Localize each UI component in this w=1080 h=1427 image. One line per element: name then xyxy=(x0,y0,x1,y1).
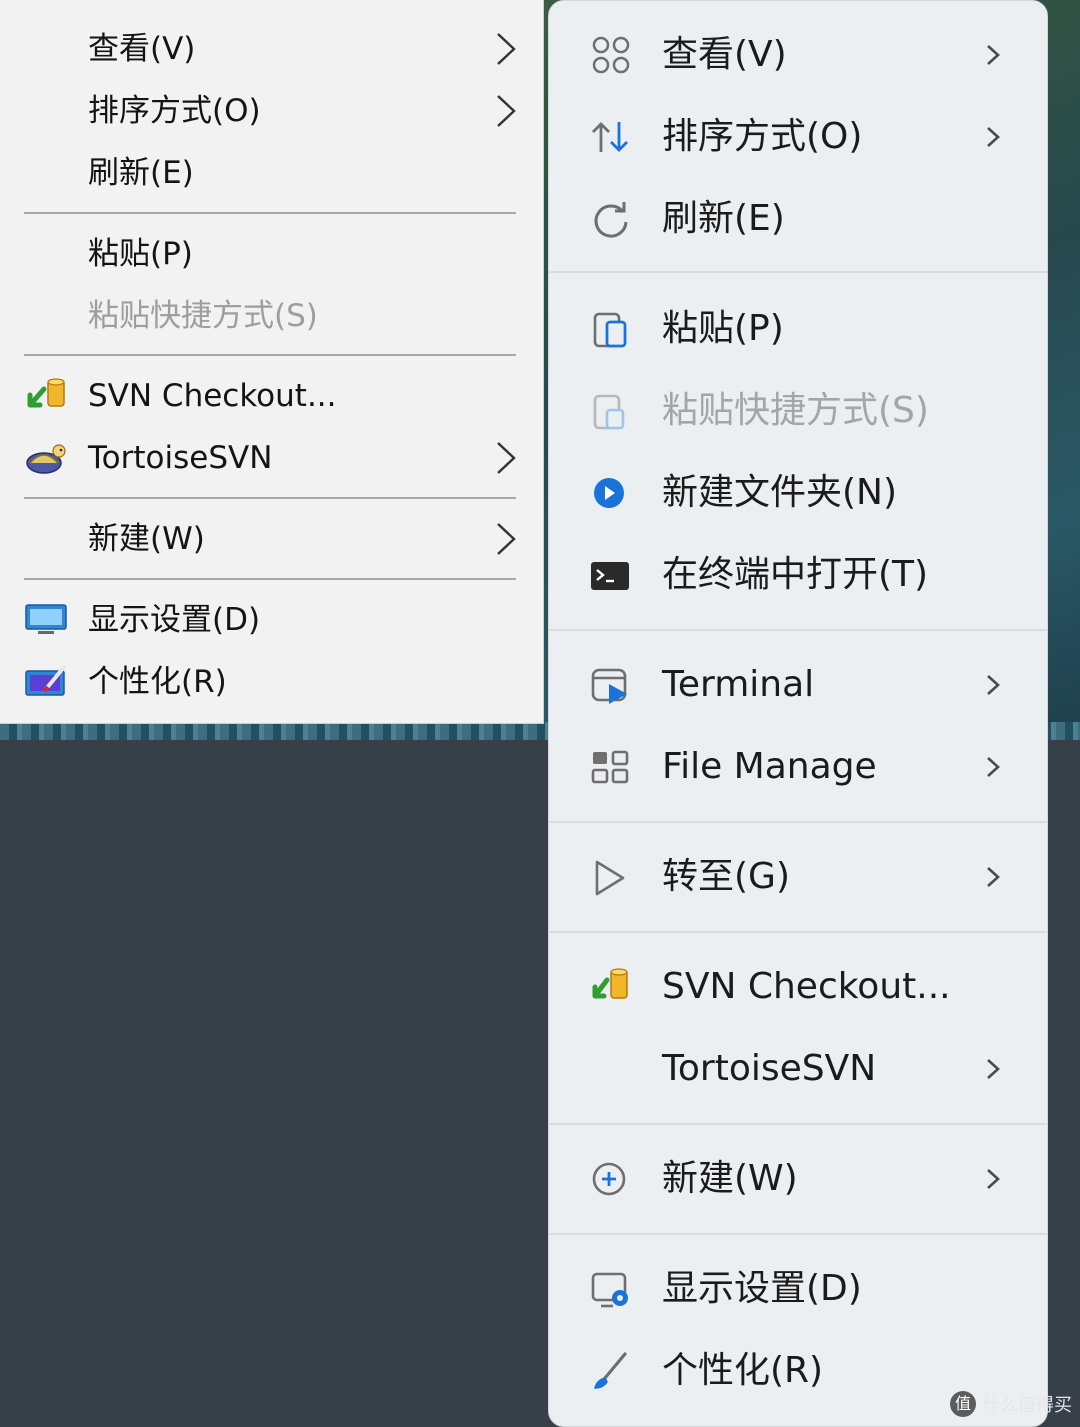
menu-item-label: 转至(G) xyxy=(662,856,790,897)
menu-separator xyxy=(549,1233,1047,1235)
menu-item-paste-shortcut: 粘贴快捷方式(S) xyxy=(549,373,1047,449)
menu-separator xyxy=(24,578,516,580)
svn-checkout-icon xyxy=(27,378,65,408)
menu-separator xyxy=(24,497,516,499)
chevron-right-icon xyxy=(497,95,516,127)
menu-item-label: 显示设置(D) xyxy=(662,1268,862,1309)
view-grid-icon xyxy=(592,36,630,74)
menu-item-goto[interactable]: 转至(G) xyxy=(549,839,1047,915)
terminal-app-icon xyxy=(591,668,627,704)
menu-item-tortoisesvn[interactable]: TortoiseSVN xyxy=(0,429,544,487)
watermark-logo: 值 xyxy=(950,1391,976,1417)
chevron-right-icon xyxy=(987,1059,1000,1079)
tortoisesvn-icon xyxy=(26,444,66,474)
chevron-right-icon xyxy=(987,45,1000,65)
menu-item-view[interactable]: 查看(V) xyxy=(549,17,1047,93)
menu-separator xyxy=(549,931,1047,933)
menu-item-label: 新建(W) xyxy=(662,1158,798,1199)
menu-item-svn-checkout[interactable]: SVN Checkout... xyxy=(0,367,544,425)
menu-item-label: 新建(W) xyxy=(88,521,205,557)
menu-item-new-folder[interactable]: 新建文件夹(N) xyxy=(549,455,1047,531)
menu-item-label: 显示设置(D) xyxy=(88,602,261,638)
file-manage-icon xyxy=(591,750,629,784)
chevron-right-icon xyxy=(497,523,516,555)
menu-item-new[interactable]: 新建(W) xyxy=(549,1141,1047,1217)
menu-item-paste[interactable]: 粘贴(P) xyxy=(0,225,544,283)
classic-context-menu: 查看(V) 排序方式(O) 刷新(E) 粘贴(P) 粘贴快捷方式(S) SVN … xyxy=(0,0,544,724)
menu-item-sort[interactable]: 排序方式(O) xyxy=(0,82,544,140)
menu-separator xyxy=(549,821,1047,823)
chevron-right-icon xyxy=(987,757,1000,777)
paste-icon xyxy=(593,312,627,348)
menu-item-refresh[interactable]: 刷新(E) xyxy=(549,181,1047,257)
menu-item-label: 在终端中打开(T) xyxy=(662,554,929,595)
menu-item-label: 查看(V) xyxy=(88,31,196,67)
menu-item-label: 粘贴快捷方式(S) xyxy=(88,298,318,334)
monitor-icon xyxy=(25,604,67,634)
menu-item-label: 粘贴(P) xyxy=(88,236,193,272)
menu-item-label: 查看(V) xyxy=(662,34,787,75)
menu-separator xyxy=(24,212,516,214)
menu-item-label: SVN Checkout... xyxy=(662,966,951,1007)
menu-item-label: 个性化(R) xyxy=(88,664,227,700)
menu-item-label: 个性化(R) xyxy=(662,1350,824,1391)
new-plus-icon xyxy=(592,1162,626,1196)
svn-checkout-icon xyxy=(592,968,628,999)
menu-item-label: 刷新(E) xyxy=(662,198,785,239)
menu-item-label: 新建文件夹(N) xyxy=(662,472,898,513)
chevron-right-icon xyxy=(497,33,516,65)
menu-item-personalize[interactable]: 个性化(R) xyxy=(0,653,544,711)
menu-item-open-in-terminal[interactable]: 在终端中打开(T) xyxy=(549,537,1047,613)
menu-item-label: TortoiseSVN xyxy=(662,1048,877,1089)
new-folder-icon xyxy=(594,478,624,508)
menu-item-terminal[interactable]: Terminal xyxy=(549,647,1047,723)
paste-shortcut-icon xyxy=(593,394,625,430)
menu-item-label: 排序方式(O) xyxy=(88,93,261,129)
site-watermark: 值 什么值得买 xyxy=(950,1388,1072,1420)
menu-item-label: TortoiseSVN xyxy=(88,440,273,476)
menu-item-label: 粘贴(P) xyxy=(662,308,784,349)
modern-context-menu: 查看(V) 排序方式(O) 刷新(E) 粘贴(P) 粘贴快捷方式(S) 新建文件… xyxy=(548,0,1048,1427)
refresh-icon xyxy=(594,202,628,238)
menu-item-svn-checkout[interactable]: SVN Checkout... xyxy=(549,949,1047,1025)
watermark-text: 什么值得买 xyxy=(982,1395,1072,1416)
chevron-right-icon xyxy=(987,127,1000,147)
menu-item-tortoisesvn[interactable]: TortoiseSVN xyxy=(549,1031,1047,1107)
menu-item-view[interactable]: 查看(V) xyxy=(0,20,544,78)
menu-item-label: 刷新(E) xyxy=(88,155,194,191)
menu-item-display-settings[interactable]: 显示设置(D) xyxy=(549,1251,1047,1327)
display-settings-icon xyxy=(591,1272,628,1308)
goto-cursor-icon xyxy=(595,860,625,896)
menu-item-display-settings[interactable]: 显示设置(D) xyxy=(0,591,544,649)
menu-item-new[interactable]: 新建(W) xyxy=(0,510,544,568)
menu-separator xyxy=(549,271,1047,273)
chevron-right-icon xyxy=(987,1169,1000,1189)
chevron-right-icon xyxy=(987,675,1000,695)
menu-item-file-manage[interactable]: File Manage xyxy=(549,729,1047,805)
chevron-right-icon xyxy=(497,442,516,474)
menu-item-label: File Manage xyxy=(662,746,877,787)
menu-item-sort[interactable]: 排序方式(O) xyxy=(549,99,1047,175)
menu-separator xyxy=(549,629,1047,631)
menu-item-refresh[interactable]: 刷新(E) xyxy=(0,144,544,202)
menu-separator xyxy=(24,354,516,356)
terminal-icon xyxy=(591,562,629,590)
menu-item-label: SVN Checkout... xyxy=(88,378,337,414)
menu-item-label: 排序方式(O) xyxy=(662,116,863,157)
chevron-right-icon xyxy=(987,867,1000,887)
sort-arrows-icon xyxy=(592,122,628,152)
menu-item-label: 粘贴快捷方式(S) xyxy=(662,390,929,431)
menu-item-paste-shortcut: 粘贴快捷方式(S) xyxy=(0,287,544,345)
brush-icon xyxy=(594,1352,627,1389)
personalize-icon xyxy=(25,665,66,696)
menu-item-label: Terminal xyxy=(662,664,815,705)
menu-item-paste[interactable]: 粘贴(P) xyxy=(549,291,1047,367)
menu-separator xyxy=(549,1123,1047,1125)
